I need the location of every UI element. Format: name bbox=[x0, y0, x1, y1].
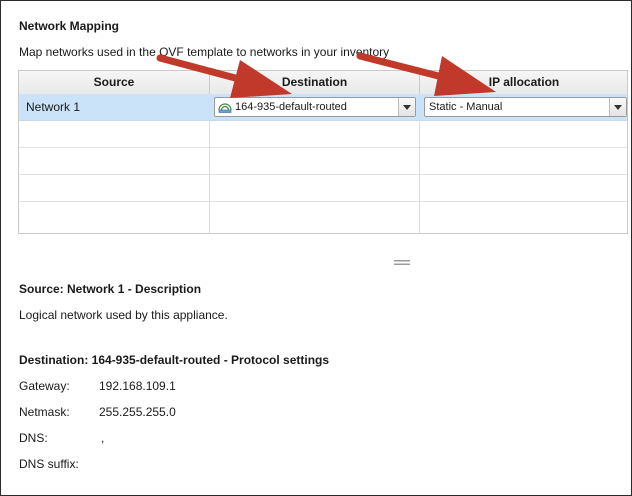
column-header-destination[interactable]: Destination bbox=[210, 71, 420, 94]
destination-cell: 164-935-default-routed bbox=[210, 94, 420, 121]
gateway-label: Gateway: bbox=[19, 379, 70, 393]
chevron-down-icon bbox=[403, 105, 411, 110]
destination-value: 164-935-default-routed bbox=[235, 101, 347, 113]
gateway-value: 192.168.109.1 bbox=[99, 379, 176, 393]
section-subtitle: Map networks used in the OVF template to… bbox=[19, 45, 390, 59]
network-mapping-table: Source Destination IP allocation Network… bbox=[18, 70, 628, 234]
dns-value: , bbox=[101, 431, 105, 445]
source-network-name: Network 1 bbox=[26, 100, 81, 114]
table-row-empty bbox=[19, 148, 627, 175]
table-row-empty bbox=[19, 121, 627, 148]
drag-handle-icon[interactable] bbox=[394, 255, 410, 265]
dns-label: DNS: bbox=[19, 431, 48, 445]
table-header: Source Destination IP allocation bbox=[19, 71, 627, 95]
netmask-value: 255.255.255.0 bbox=[99, 405, 176, 419]
source-description-heading: Source: Network 1 - Description bbox=[19, 282, 202, 296]
network-icon bbox=[218, 101, 232, 116]
dns-suffix-label: DNS suffix: bbox=[19, 457, 79, 471]
ip-allocation-dropdown[interactable]: Static - Manual bbox=[424, 97, 627, 117]
chevron-down-icon bbox=[614, 105, 622, 110]
table-row[interactable]: Network 1 164-935-default-routed Static … bbox=[19, 94, 627, 121]
destination-settings-heading: Destination: 164-935-default-routed - Pr… bbox=[19, 353, 330, 367]
netmask-label: Netmask: bbox=[19, 405, 70, 419]
ip-allocation-cell: Static - Manual bbox=[420, 94, 628, 121]
section-title: Network Mapping bbox=[19, 19, 120, 33]
table-row-empty bbox=[19, 175, 627, 202]
column-header-source[interactable]: Source bbox=[19, 71, 210, 94]
source-description-text: Logical network used by this appliance. bbox=[19, 308, 228, 322]
column-header-ip-allocation[interactable]: IP allocation bbox=[420, 71, 628, 94]
ip-allocation-dropdown-button[interactable] bbox=[609, 98, 626, 116]
ip-allocation-value: Static - Manual bbox=[429, 101, 503, 113]
destination-dropdown-button[interactable] bbox=[398, 98, 415, 116]
destination-dropdown[interactable]: 164-935-default-routed bbox=[214, 97, 416, 117]
table-row-empty bbox=[19, 202, 627, 233]
source-cell[interactable]: Network 1 bbox=[19, 94, 210, 121]
